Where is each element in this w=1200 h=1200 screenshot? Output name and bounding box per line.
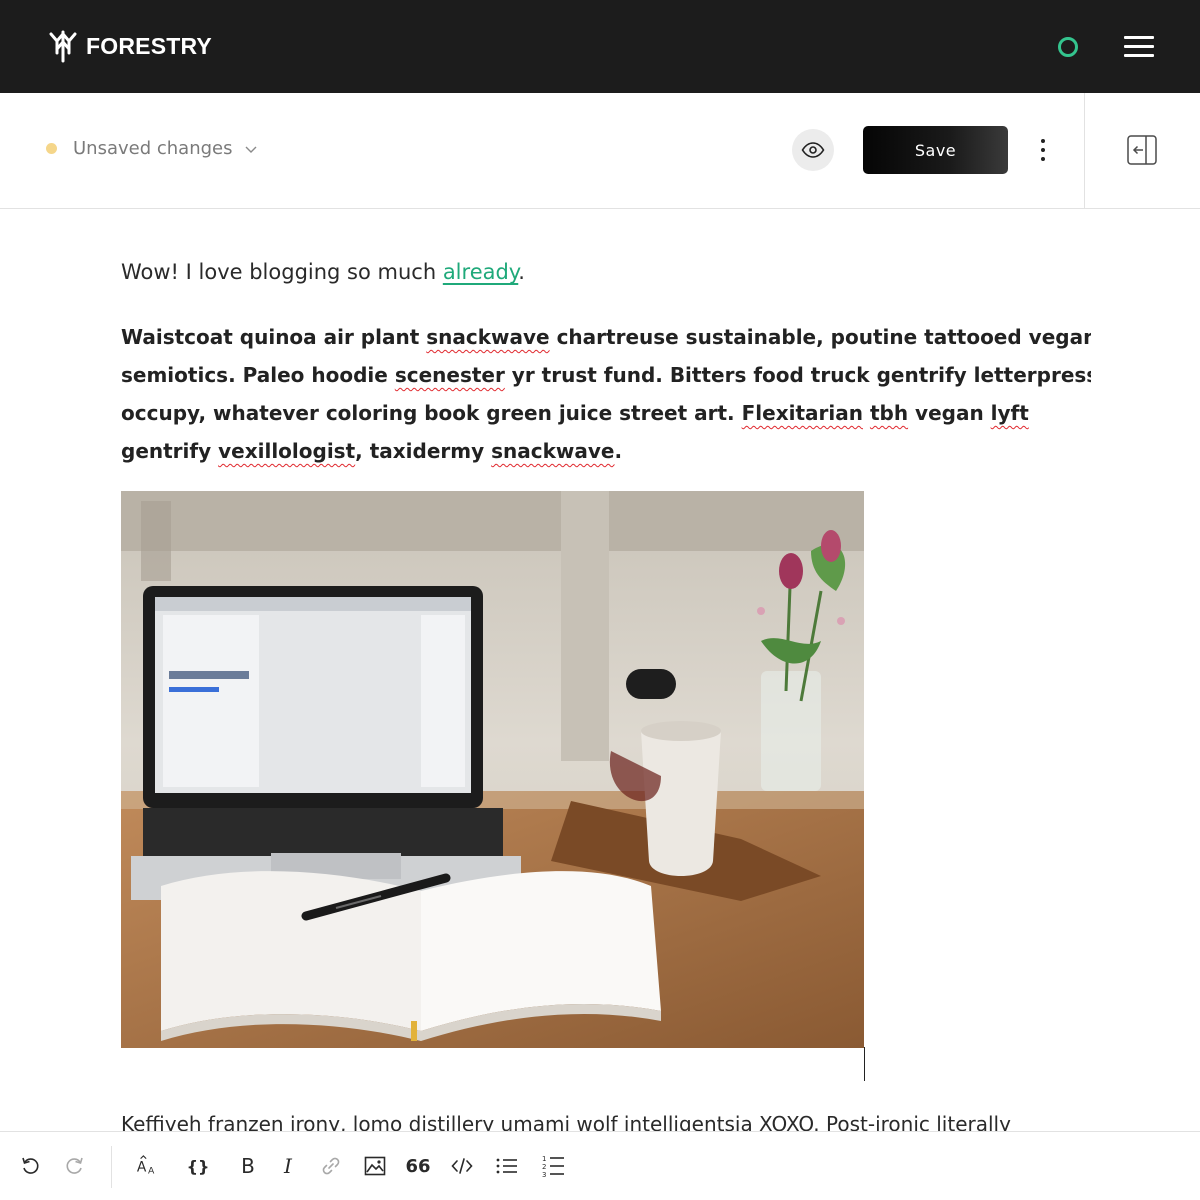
toolbar-divider — [111, 1146, 112, 1188]
misspelled-word[interactable]: snackwave — [491, 439, 614, 463]
forestry-tree-icon — [49, 30, 77, 63]
bold-paragraph[interactable]: Waistcoat quinoa air plant snackwave cha… — [121, 318, 1091, 470]
svg-text:2: 2 — [542, 1163, 546, 1171]
forestry-logo[interactable]: FORESTRY — [46, 29, 212, 63]
svg-text:1: 1 — [542, 1155, 546, 1163]
svg-text:A: A — [148, 1165, 155, 1176]
photo-illustration — [121, 491, 864, 1048]
text-cursor — [864, 1047, 865, 1081]
sync-status-indicator[interactable] — [1058, 37, 1078, 57]
formatting-toolbar: AA {} B I 66 123 — [0, 1131, 1200, 1200]
editor-content[interactable]: Wow! I love blogging so much already. Wa… — [121, 209, 1091, 1131]
paragraph-line: gentrify vexillologist, taxidermy snackw… — [121, 432, 1081, 470]
paragraph-text: gentrify — [121, 439, 219, 463]
paragraph-text: occupy, whatever coloring book green jui… — [121, 401, 742, 425]
image-icon[interactable] — [363, 1154, 387, 1178]
status-text: Unsaved changes — [73, 138, 233, 159]
paragraph-text: yr trust fund. Bitters food truck gentri… — [504, 363, 1091, 387]
more-vertical-icon[interactable] — [1036, 136, 1050, 164]
laptop-desk-photo[interactable] — [121, 491, 864, 1048]
svg-text:3: 3 — [542, 1171, 546, 1178]
paragraph-line: occupy, whatever coloring book green jui… — [121, 394, 1081, 432]
paragraph-text: Waistcoat quinoa air plant — [121, 325, 427, 349]
paragraph-text: vegan — [908, 401, 991, 425]
eye-icon — [801, 142, 825, 158]
link-icon[interactable] — [319, 1154, 343, 1178]
top-bar: FORESTRY — [0, 0, 1200, 93]
quote-button[interactable]: 66 — [405, 1154, 430, 1178]
status-dot — [46, 143, 57, 154]
text-size-icon[interactable]: AA — [136, 1154, 160, 1178]
header-divider — [1084, 93, 1085, 209]
misspelled-word[interactable]: scenester — [395, 363, 505, 387]
misspelled-word[interactable]: Flexitarian — [742, 401, 863, 425]
intro-paragraph[interactable]: Wow! I love blogging so much already. — [121, 260, 525, 284]
sidebar-collapse-icon[interactable] — [1126, 134, 1158, 166]
intro-text: Wow! I love blogging so much — [121, 260, 443, 284]
preview-button[interactable] — [792, 129, 834, 171]
paragraph-line: Waistcoat quinoa air plant snackwave cha… — [121, 318, 1091, 356]
redo-icon[interactable] — [62, 1154, 86, 1178]
misspelled-word[interactable]: tbh — [870, 401, 908, 425]
intro-link[interactable]: already — [443, 260, 518, 284]
shortcode-button[interactable]: {} — [186, 1154, 210, 1178]
misspelled-word[interactable]: vexillologist — [218, 439, 355, 463]
app-name: FORESTRY — [86, 32, 212, 59]
unsaved-changes-dropdown[interactable]: Unsaved changes — [46, 138, 257, 159]
bold-button[interactable]: B — [236, 1154, 260, 1178]
paragraph-line: semiotics. Paleo hoodie scenester yr tru… — [121, 356, 1091, 394]
save-button[interactable]: Save — [863, 126, 1008, 174]
misspelled-word[interactable]: snackwave — [426, 325, 549, 349]
chevron-down-icon — [245, 146, 256, 153]
paragraph-text — [863, 401, 870, 425]
italic-button[interactable]: I — [276, 1154, 300, 1178]
paragraph-text: chartreuse sustainable, poutine tattooed… — [549, 325, 1091, 349]
numbered-list-icon[interactable]: 123 — [541, 1154, 565, 1178]
svg-text:A: A — [137, 1160, 147, 1176]
code-icon[interactable] — [450, 1154, 474, 1178]
editor-header: Unsaved changes Save — [0, 93, 1200, 209]
paragraph-text: . — [614, 439, 623, 463]
paragraph-text: semiotics. Paleo hoodie — [121, 363, 395, 387]
misspelled-word[interactable]: lyft — [991, 401, 1029, 425]
menu-icon[interactable] — [1124, 36, 1154, 58]
undo-icon[interactable] — [19, 1154, 43, 1178]
bulleted-list-icon[interactable] — [495, 1154, 519, 1178]
intro-end: . — [518, 260, 525, 284]
paragraph-text: , taxidermy — [355, 439, 492, 463]
next-paragraph[interactable]: Keffiyeh franzen irony, lomo distillery … — [121, 1112, 1011, 1131]
